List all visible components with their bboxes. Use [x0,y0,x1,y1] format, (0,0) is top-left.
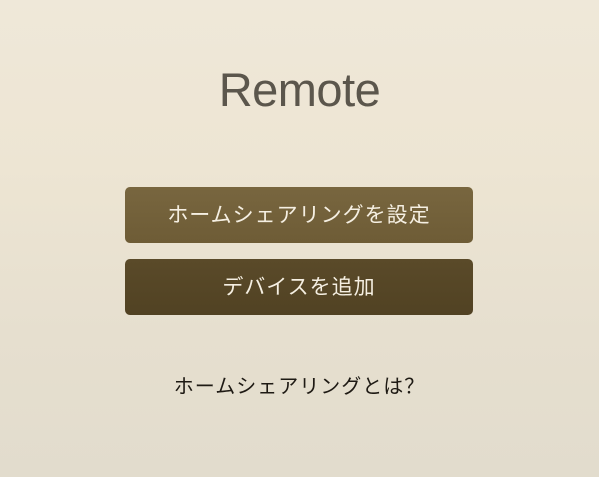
what-is-home-sharing-link[interactable]: ホームシェアリングとは？ [0,370,599,399]
remote-welcome-screen: Remote ホームシェアリングを設定 デバイスを追加 ホームシェアリングとは？ [0,0,599,477]
app-title: Remote [218,63,381,116]
setup-home-sharing-button[interactable]: ホームシェアリングを設定 [125,187,473,243]
add-device-button[interactable]: デバイスを追加 [125,259,473,315]
